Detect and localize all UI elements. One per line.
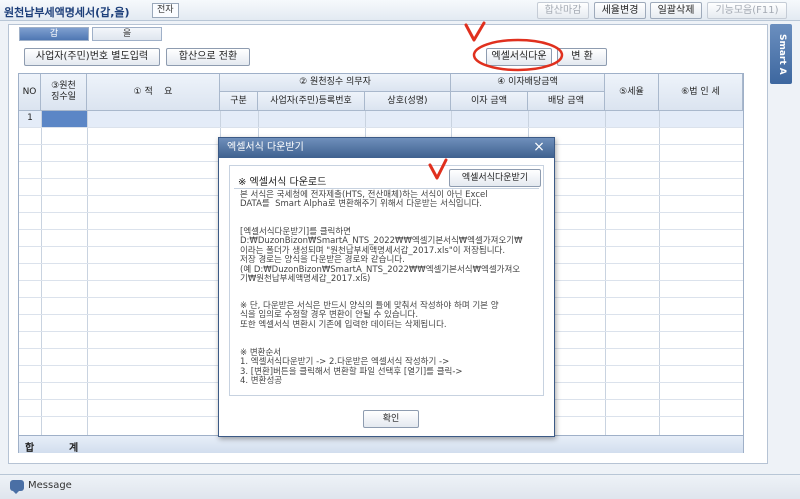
message-label[interactable]: Message xyxy=(28,480,72,491)
divider xyxy=(234,188,539,189)
header-interest-amount: 이자 금액 xyxy=(451,92,528,111)
column-divider xyxy=(41,111,42,435)
sum-close-button[interactable]: 합산마감 xyxy=(537,2,589,19)
column-divider xyxy=(659,111,660,435)
convert-to-sum-button[interactable]: 합산으로 전환 xyxy=(166,48,250,66)
dialog-body: ※ 엑셀서식 다운로드 엑셀서식다운받기 본 서식은 국세청에 전자제출(HTS… xyxy=(229,165,544,396)
header-summary: ① 적 요 xyxy=(87,74,220,111)
header-type: 구분 xyxy=(220,92,258,111)
ok-button[interactable]: 확인 xyxy=(363,410,419,428)
header-reg-no: 사업자(주민)등록번호 xyxy=(258,92,365,111)
smart-a-side-tab[interactable]: Smart A xyxy=(770,24,792,84)
table-row[interactable] xyxy=(19,111,743,127)
dialog-paragraph-steps: ※ 변환순서 1. 엑셀서식다운받기 -> 2.다운받은 엑셀서식 작성하기 -… xyxy=(240,348,463,387)
total-label-hap: 합 xyxy=(25,443,35,454)
title-bar: 원천납부세액명세서(갑,을) 전자 합산마감 세율변경 일괄삭제 기능모음(F1… xyxy=(0,0,800,21)
bulk-delete-button[interactable]: 일괄삭제 xyxy=(650,2,702,19)
convert-button[interactable]: 변 환 xyxy=(557,48,607,66)
function-menu-button[interactable]: 기능모음(F11) xyxy=(707,2,787,19)
selected-cell[interactable] xyxy=(41,111,87,127)
tax-rate-change-button[interactable]: 세율변경 xyxy=(594,2,646,19)
header-withholder-group: ② 원천징수 의무자 xyxy=(220,74,451,92)
bottom-bar: Message xyxy=(0,474,800,499)
column-divider xyxy=(605,111,606,435)
dialog-paragraph-intro: 본 서식은 국세청에 전자제출(HTS, 전산매체)하는 서식이 아닌 Exce… xyxy=(240,190,488,210)
header-tax-rate: ⑤세율 xyxy=(605,74,659,111)
header-corporate-tax: ⑥법 인 세 xyxy=(659,74,743,111)
excel-download-button[interactable]: 엑셀서식다운받기 xyxy=(449,169,541,187)
header-dividend-amount: 배당 금액 xyxy=(528,92,605,111)
tab-gap[interactable]: 갑 xyxy=(19,27,89,41)
column-divider xyxy=(87,111,88,435)
total-row: 합 계 xyxy=(19,435,743,454)
row-divider xyxy=(19,127,743,128)
header-no: NO xyxy=(19,74,41,111)
electronic-tag[interactable]: 전자 xyxy=(152,3,179,18)
dialog-paragraph-path: [엑셀서식다운받기]를 클릭하면 D:₩DuzonBizon₩SmartA_NT… xyxy=(240,227,523,285)
dialog-paragraph-warning: ※ 단, 다운받은 서식은 반드시 양식의 틀에 맞춰서 작성하야 하며 기본 … xyxy=(240,301,499,330)
header-withholding-date: ③원천 징수일 xyxy=(41,74,87,111)
window-title: 원천납부세액명세서(갑,을) xyxy=(4,6,130,19)
header-company-name: 상호(성명) xyxy=(365,92,451,111)
header-amount-group: ④ 이자배당금액 xyxy=(451,74,605,92)
excel-template-download-button[interactable]: 엑셀서식다운 xyxy=(486,48,552,66)
dialog-heading: ※ 엑셀서식 다운로드 xyxy=(238,177,327,188)
message-icon xyxy=(10,480,24,494)
separate-id-input-button[interactable]: 사업자(주민)번호 별도입력 xyxy=(24,48,160,66)
excel-download-dialog: 엑셀서식 다운받기 × ※ 엑셀서식 다운로드 엑셀서식다운받기 본 서식은 국… xyxy=(218,137,555,437)
close-icon[interactable]: × xyxy=(532,139,546,156)
tab-eul[interactable]: 을 xyxy=(92,27,162,41)
row-number: 1 xyxy=(27,113,33,123)
dialog-title: 엑셀서식 다운받기 xyxy=(219,138,554,158)
total-label-gye: 계 xyxy=(69,443,79,454)
